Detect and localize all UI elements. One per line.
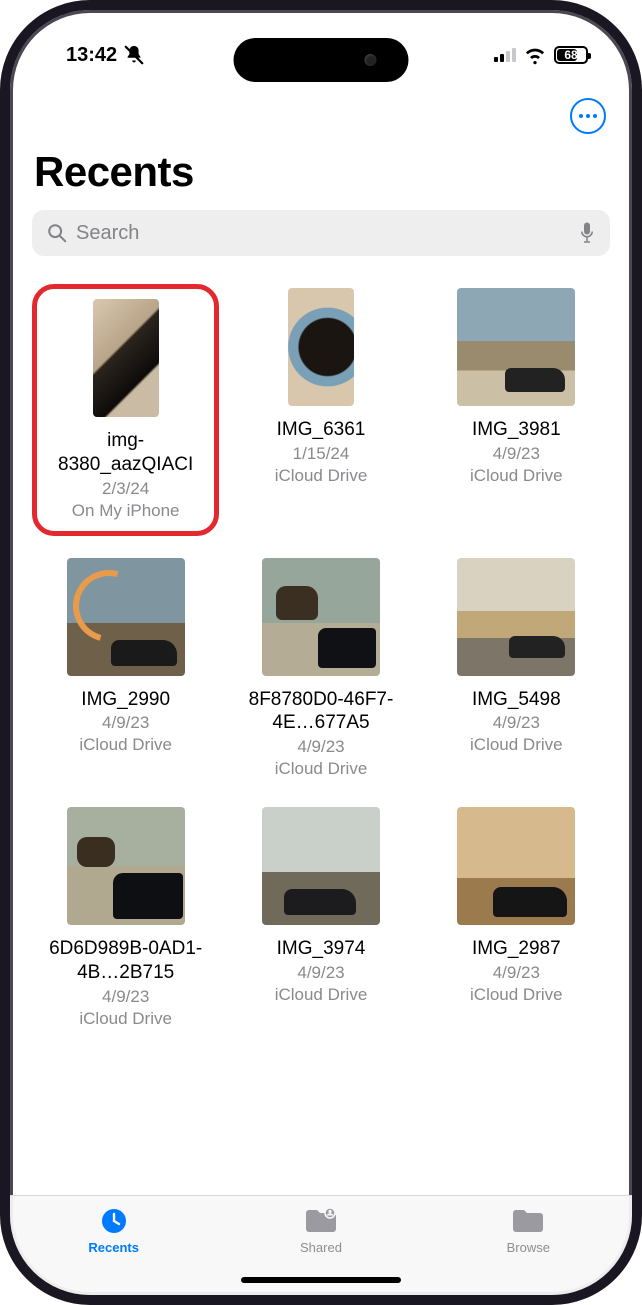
file-thumbnail: [457, 288, 575, 406]
file-name: IMG_5498: [472, 688, 561, 712]
search-bar[interactable]: [32, 210, 610, 256]
file-location: iCloud Drive: [470, 466, 563, 486]
file-item[interactable]: img-8380_aazQIACI2/3/24On My iPhone: [32, 284, 219, 536]
shared-folder-icon: [304, 1206, 338, 1236]
tab-label: Shared: [300, 1240, 342, 1255]
file-name: 6D6D989B-0AD1-4B…2B715: [41, 937, 211, 985]
search-input[interactable]: [76, 222, 570, 245]
file-date: 4/9/23: [102, 987, 149, 1007]
tab-recents[interactable]: Recents: [54, 1206, 174, 1255]
more-options-button[interactable]: [570, 98, 606, 134]
file-thumbnail: [288, 288, 354, 406]
file-item[interactable]: IMG_39744/9/23iCloud Drive: [227, 803, 414, 1035]
file-location: iCloud Drive: [470, 985, 563, 1005]
iphone-frame: 13:42 68 Recents: [0, 0, 642, 1305]
microphone-icon[interactable]: [578, 220, 596, 246]
file-location: iCloud Drive: [79, 1009, 172, 1029]
file-item[interactable]: IMG_29874/9/23iCloud Drive: [423, 803, 610, 1035]
search-icon: [46, 222, 68, 244]
file-thumbnail: [93, 299, 159, 417]
file-thumbnail: [67, 807, 185, 925]
tab-bar: Recents Shared Browse: [10, 1195, 632, 1295]
file-thumbnail: [457, 558, 575, 676]
file-item[interactable]: IMG_63611/15/24iCloud Drive: [227, 284, 414, 536]
file-date: 4/9/23: [493, 444, 540, 464]
ellipsis-icon: [579, 114, 597, 118]
clock-icon: [97, 1206, 131, 1236]
cellular-icon: [494, 48, 516, 62]
file-item[interactable]: 6D6D989B-0AD1-4B…2B7154/9/23iCloud Drive: [32, 803, 219, 1035]
file-name: IMG_6361: [277, 418, 366, 442]
file-date: 4/9/23: [493, 963, 540, 983]
file-thumbnail: [262, 807, 380, 925]
home-indicator[interactable]: [241, 1277, 401, 1283]
wifi-icon: [524, 44, 546, 66]
file-date: 4/9/23: [102, 713, 149, 733]
file-date: 4/9/23: [493, 713, 540, 733]
file-thumbnail: [67, 558, 185, 676]
file-item[interactable]: IMG_54984/9/23iCloud Drive: [423, 554, 610, 786]
status-time: 13:42: [66, 44, 117, 67]
file-date: 4/9/23: [297, 737, 344, 757]
file-name: IMG_3981: [472, 418, 561, 442]
file-item[interactable]: IMG_39814/9/23iCloud Drive: [423, 284, 610, 536]
file-location: On My iPhone: [72, 501, 180, 521]
file-date: 4/9/23: [297, 963, 344, 983]
tab-label: Browse: [507, 1240, 550, 1255]
file-name: IMG_2990: [81, 688, 170, 712]
file-thumbnail: [262, 558, 380, 676]
folder-icon: [511, 1206, 545, 1236]
file-location: iCloud Drive: [275, 466, 368, 486]
tab-label: Recents: [88, 1240, 139, 1255]
tab-shared[interactable]: Shared: [261, 1206, 381, 1255]
file-name: IMG_3974: [277, 937, 366, 961]
file-grid: img-8380_aazQIACI2/3/24On My iPhoneIMG_6…: [32, 284, 610, 1035]
battery-icon: 68: [554, 46, 588, 64]
file-location: iCloud Drive: [470, 735, 563, 755]
file-date: 2/3/24: [102, 479, 149, 499]
file-location: iCloud Drive: [275, 985, 368, 1005]
file-name: IMG_2987: [472, 937, 561, 961]
file-location: iCloud Drive: [275, 759, 368, 779]
file-item[interactable]: IMG_29904/9/23iCloud Drive: [32, 554, 219, 786]
file-date: 1/15/24: [293, 444, 350, 464]
page-title: Recents: [32, 144, 610, 210]
file-thumbnail: [457, 807, 575, 925]
file-item[interactable]: 8F8780D0-46F7-4E…677A54/9/23iCloud Drive: [227, 554, 414, 786]
dynamic-island: [234, 38, 409, 82]
file-name: img-8380_aazQIACI: [41, 429, 211, 477]
silent-icon: [123, 44, 145, 66]
file-location: iCloud Drive: [79, 735, 172, 755]
file-name: 8F8780D0-46F7-4E…677A5: [236, 688, 406, 736]
tab-browse[interactable]: Browse: [468, 1206, 588, 1255]
